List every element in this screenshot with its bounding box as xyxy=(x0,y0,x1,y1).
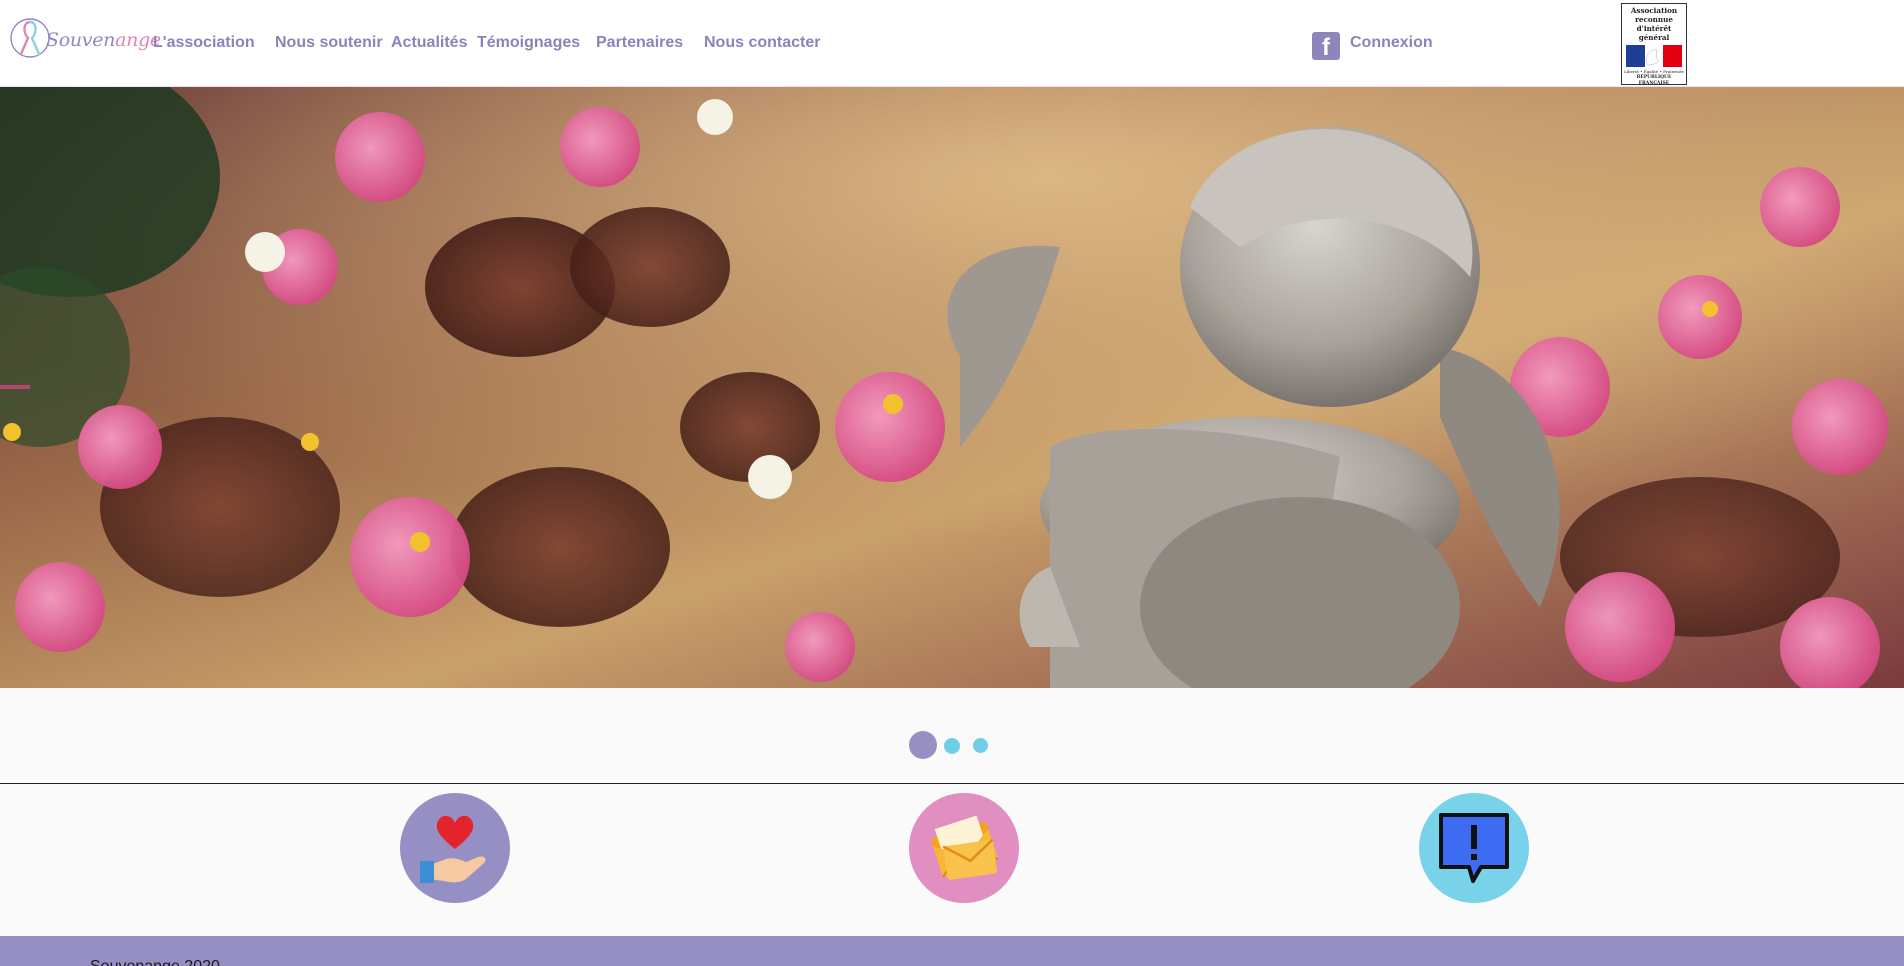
site-logo[interactable]: Souvenange xyxy=(10,16,161,66)
nav-item-temoignages[interactable]: Témoignages xyxy=(477,34,580,52)
public-interest-badge: Association reconnue d'intérêt général L… xyxy=(1621,3,1687,86)
badge-line-3: d'intérêt xyxy=(1636,24,1672,33)
site-header: Souvenange L'association Nous soutenir A… xyxy=(0,0,1904,87)
nav-item-partenaires[interactable]: Partenaires xyxy=(596,34,683,52)
ribbon-logo-icon xyxy=(10,18,50,58)
badge-line-1: Association xyxy=(1630,6,1678,15)
slider-dot-3[interactable] xyxy=(973,738,988,753)
badge-line-2: reconnue xyxy=(1635,15,1673,24)
nav-item-association[interactable]: L'association xyxy=(153,34,255,52)
contact-action-button[interactable] xyxy=(909,793,1019,903)
nav-item-nous-contacter[interactable]: Nous contacter xyxy=(704,34,820,52)
nav-item-actualites[interactable]: Actualités xyxy=(391,34,467,52)
envelope-icon xyxy=(931,815,999,880)
slider-dot-2[interactable] xyxy=(944,738,960,754)
support-action-button[interactable] xyxy=(400,793,510,903)
badge-footer: RÉPUBLIQUE FRANÇAISE xyxy=(1636,75,1672,86)
logo-wordmark: Souvenange xyxy=(46,29,161,51)
slider-dot-1[interactable] xyxy=(909,731,937,759)
login-link[interactable]: Connexion xyxy=(1350,34,1433,52)
badge-line-4: général xyxy=(1638,33,1670,42)
heart-in-hand-icon xyxy=(420,815,486,883)
section-divider xyxy=(0,783,1904,784)
marianne-flag-icon xyxy=(1626,45,1682,67)
footer-copyright: Souvenange 2020 xyxy=(90,958,220,966)
site-footer: Souvenange 2020 xyxy=(0,936,1904,966)
facebook-icon[interactable]: f xyxy=(1312,32,1340,61)
slider-pagination xyxy=(0,730,1904,760)
hero-angel-statue-image xyxy=(0,87,1904,688)
nav-item-nous-soutenir[interactable]: Nous soutenir xyxy=(275,34,383,52)
logo-wordmark-prefix: Souven xyxy=(46,29,116,51)
hero-banner xyxy=(0,87,1904,688)
report-action-button[interactable] xyxy=(1419,793,1529,903)
alert-speech-bubble-icon xyxy=(1439,813,1509,883)
